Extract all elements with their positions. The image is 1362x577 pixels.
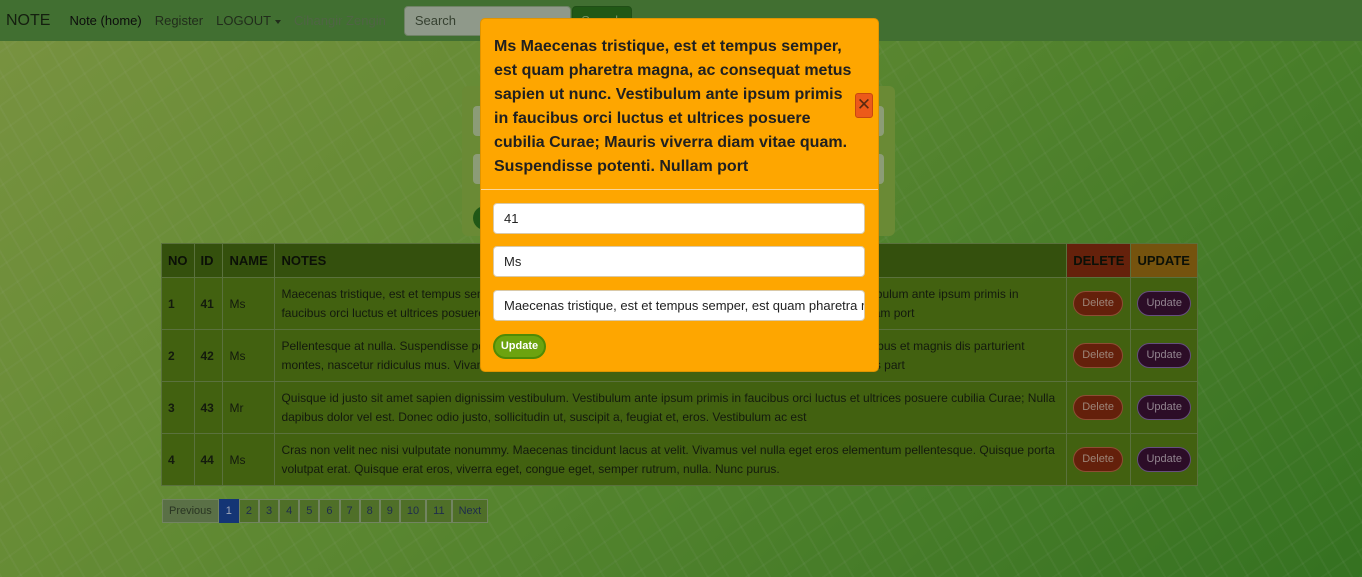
modal-notes-input[interactable]: Maecenas tristique, est et tempus semper…	[493, 290, 865, 321]
modal-name-input[interactable]: Ms	[493, 246, 865, 277]
modal-divider	[481, 189, 878, 190]
modal-id-input[interactable]: 41	[493, 203, 865, 234]
update-note-modal: Ms Maecenas tristique, est et tempus sem…	[480, 18, 879, 372]
close-button[interactable]: ✕	[855, 93, 873, 118]
modal-update-button[interactable]: Update	[493, 334, 546, 359]
modal-title: Ms Maecenas tristique, est et tempus sem…	[494, 38, 852, 175]
close-icon: ✕	[856, 95, 872, 114]
